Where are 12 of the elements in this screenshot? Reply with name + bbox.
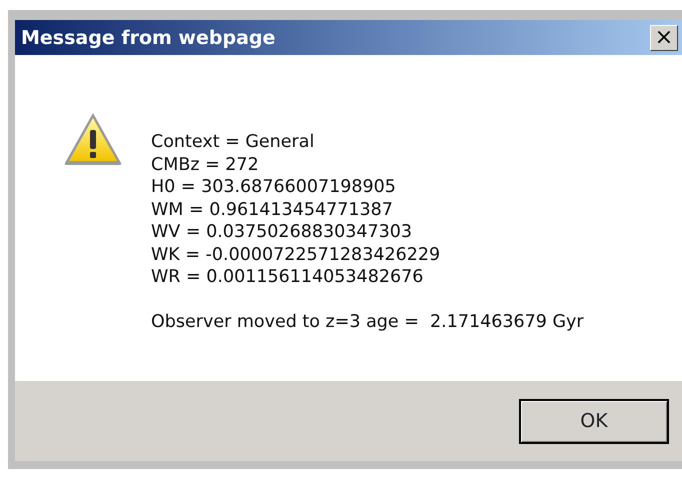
message-line: Context = General xyxy=(151,131,316,154)
message-line: WV = 0.03750268830347303 xyxy=(151,221,414,244)
close-button[interactable]: × xyxy=(650,24,678,50)
message-line: WM = 0.961413454771387 xyxy=(151,198,394,221)
message-line: H0 = 303.68766007198905 xyxy=(151,176,397,198)
window-title: Message from webpage xyxy=(21,26,276,48)
message-line: CMBz = 272 xyxy=(151,154,260,176)
message-line: WK = -0.0000722571283426229 xyxy=(151,244,442,266)
ok-button[interactable]: OK xyxy=(519,398,669,444)
result-line: Observer moved to z=3 age = 2.171463679 Gyr xyxy=(151,310,584,333)
warning-icon xyxy=(63,111,123,167)
message-line: WR = 0.001156114053482676 xyxy=(151,266,424,288)
